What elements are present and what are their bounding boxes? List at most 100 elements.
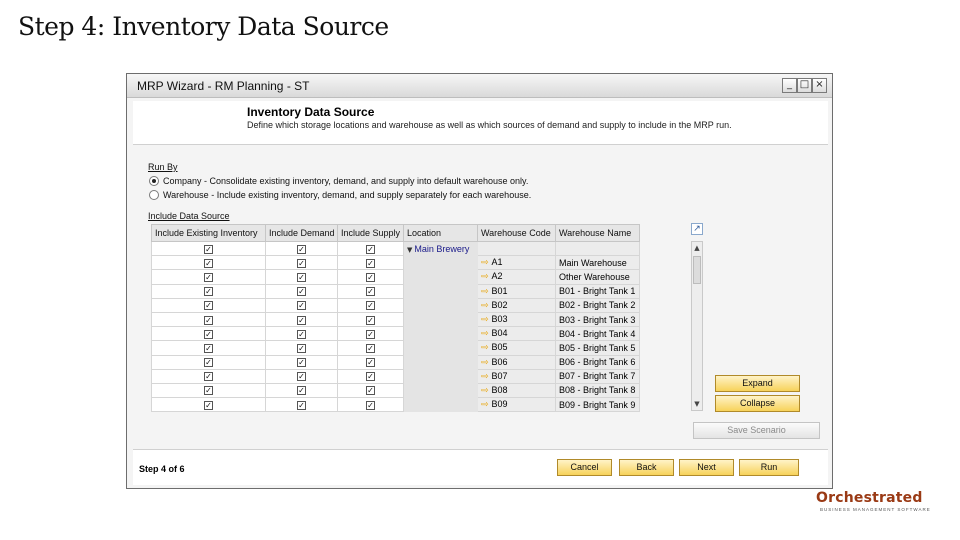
checkbox[interactable]: ✓ xyxy=(366,287,375,297)
scroll-thumb[interactable] xyxy=(693,256,701,284)
checkbox[interactable]: ✓ xyxy=(366,329,375,339)
checkbox[interactable]: ✓ xyxy=(297,258,306,268)
include-checkbox-cell[interactable]: ✓ xyxy=(151,368,266,384)
checkbox[interactable]: ✓ xyxy=(366,372,375,382)
include-checkbox-cell[interactable]: ✓ xyxy=(265,368,338,384)
include-checkbox-cell[interactable]: ✓ xyxy=(151,255,266,271)
column-header[interactable]: Warehouse Name xyxy=(555,224,640,242)
table-row[interactable]: ✓ ✓ ✓ ⇨ B03 B03 - Bright Tank 3 xyxy=(151,311,640,328)
table-row[interactable]: ✓ ✓ ✓ ⇨ B01 B01 - Bright Tank 1 xyxy=(151,283,640,299)
link-arrow-icon[interactable]: ⇨ xyxy=(481,301,489,311)
checkbox[interactable]: ✓ xyxy=(297,329,306,339)
next-button[interactable]: Next xyxy=(679,459,734,476)
checkbox[interactable]: ✓ xyxy=(297,272,306,282)
include-checkbox-cell[interactable]: ✓ xyxy=(151,311,266,328)
warehouse-code-cell[interactable]: ⇨ B07 xyxy=(477,368,556,384)
radio-button-selected[interactable] xyxy=(149,176,159,186)
include-checkbox-cell[interactable]: ✓ xyxy=(337,255,404,271)
link-arrow-icon[interactable]: ⇨ xyxy=(481,329,489,339)
checkbox[interactable]: ✓ xyxy=(204,258,213,268)
column-header[interactable]: Include Supply xyxy=(337,224,404,242)
include-checkbox-cell[interactable]: ✓ xyxy=(337,340,404,356)
checkbox[interactable]: ✓ xyxy=(297,372,306,382)
warehouse-code-cell[interactable]: ⇨ B02 xyxy=(477,297,556,313)
table-row[interactable]: ✓ ✓ ✓ ⇨ B08 B08 - Bright Tank 8 xyxy=(151,382,640,399)
include-checkbox-cell[interactable]: ✓ xyxy=(265,240,338,257)
checkbox[interactable]: ✓ xyxy=(366,386,375,396)
link-arrow-icon[interactable]: ⇨ xyxy=(481,287,489,297)
include-checkbox-cell[interactable]: ✓ xyxy=(337,240,404,257)
checkbox[interactable]: ✓ xyxy=(366,400,375,410)
checkbox[interactable]: ✓ xyxy=(297,358,306,368)
checkbox[interactable]: ✓ xyxy=(297,287,306,297)
warehouse-code-cell[interactable]: ⇨ B03 xyxy=(477,311,556,328)
checkbox[interactable]: ✓ xyxy=(297,400,306,410)
maximize-icon[interactable]: □ xyxy=(797,78,812,93)
include-checkbox-cell[interactable]: ✓ xyxy=(337,368,404,384)
link-arrow-icon[interactable]: ⇨ xyxy=(481,343,489,353)
expand-button[interactable]: Expand xyxy=(715,375,800,392)
checkbox[interactable]: ✓ xyxy=(297,386,306,396)
checkbox[interactable]: ✓ xyxy=(366,358,375,368)
include-checkbox-cell[interactable]: ✓ xyxy=(337,269,404,285)
link-arrow-icon[interactable]: ⇨ xyxy=(481,315,489,325)
location-cell[interactable]: ▼ Main Brewery xyxy=(403,240,478,257)
checkbox[interactable]: ✓ xyxy=(297,301,306,311)
link-arrow-icon[interactable]: ⇨ xyxy=(481,358,489,368)
minimize-icon[interactable]: _ xyxy=(782,78,797,93)
checkbox[interactable]: ✓ xyxy=(204,386,213,396)
scroll-down-icon[interactable]: ▼ xyxy=(692,398,702,410)
checkbox[interactable]: ✓ xyxy=(366,301,375,311)
link-arrow-icon[interactable]: ⇨ xyxy=(481,258,489,268)
checkbox[interactable]: ✓ xyxy=(204,301,213,311)
checkbox[interactable]: ✓ xyxy=(366,343,375,353)
include-checkbox-cell[interactable]: ✓ xyxy=(151,382,266,399)
link-arrow-icon[interactable]: ⇨ xyxy=(481,400,489,410)
close-icon[interactable]: × xyxy=(812,78,827,93)
checkbox[interactable]: ✓ xyxy=(366,258,375,268)
include-checkbox-cell[interactable]: ✓ xyxy=(337,283,404,299)
include-checkbox-cell[interactable]: ✓ xyxy=(265,269,338,285)
include-checkbox-cell[interactable]: ✓ xyxy=(151,283,266,299)
include-checkbox-cell[interactable]: ✓ xyxy=(265,354,338,370)
include-checkbox-cell[interactable]: ✓ xyxy=(151,297,266,313)
warehouse-code-cell[interactable]: ⇨ B05 xyxy=(477,340,556,356)
include-checkbox-cell[interactable]: ✓ xyxy=(337,354,404,370)
table-row[interactable]: ✓ ✓ ✓ ⇨ A2 Other Warehouse xyxy=(151,269,640,285)
column-header[interactable]: Include Existing Inventory xyxy=(151,224,266,242)
checkbox[interactable]: ✓ xyxy=(204,372,213,382)
include-checkbox-cell[interactable]: ✓ xyxy=(151,269,266,285)
checkbox[interactable]: ✓ xyxy=(297,343,306,353)
include-checkbox-cell[interactable]: ✓ xyxy=(265,297,338,313)
include-checkbox-cell[interactable]: ✓ xyxy=(337,311,404,328)
table-row[interactable]: ✓ ✓ ✓ ⇨ B02 B02 - Bright Tank 2 xyxy=(151,297,640,313)
include-checkbox-cell[interactable]: ✓ xyxy=(337,397,404,413)
checkbox[interactable]: ✓ xyxy=(204,358,213,368)
warehouse-code-cell[interactable]: ⇨ B01 xyxy=(477,283,556,299)
checkbox[interactable]: ✓ xyxy=(366,315,375,325)
link-arrow-icon[interactable]: ⇨ xyxy=(481,386,489,396)
back-button[interactable]: Back xyxy=(619,459,674,476)
warehouse-code-cell[interactable]: ⇨ B09 xyxy=(477,397,556,413)
scroll-up-icon[interactable]: ▲ xyxy=(692,242,702,254)
include-checkbox-cell[interactable]: ✓ xyxy=(151,240,266,257)
column-header[interactable]: Warehouse Code xyxy=(477,224,556,242)
warehouse-code-cell[interactable]: ⇨ B04 xyxy=(477,326,556,342)
include-checkbox-cell[interactable]: ✓ xyxy=(151,326,266,342)
table-row[interactable]: ✓ ✓ ✓ ⇨ B04 B04 - Bright Tank 4 xyxy=(151,326,640,342)
table-row[interactable]: ✓ ✓ ✓ ⇨ A1 Main Warehouse xyxy=(151,255,640,271)
radio-company[interactable]: Company - Consolidate existing inventory… xyxy=(149,176,528,186)
include-checkbox-cell[interactable]: ✓ xyxy=(265,283,338,299)
warehouse-code-cell[interactable]: ⇨ B06 xyxy=(477,354,556,370)
run-button[interactable]: Run xyxy=(739,459,799,476)
checkbox[interactable]: ✓ xyxy=(297,315,306,325)
collapse-button[interactable]: Collapse xyxy=(715,395,800,412)
window-titlebar[interactable]: MRP Wizard - RM Planning - ST _ □ × xyxy=(127,74,832,98)
include-checkbox-cell[interactable]: ✓ xyxy=(265,255,338,271)
warehouse-code-cell[interactable]: ⇨ A2 xyxy=(477,269,556,285)
include-checkbox-cell[interactable]: ✓ xyxy=(337,297,404,313)
checkbox[interactable]: ✓ xyxy=(204,287,213,297)
include-checkbox-cell[interactable]: ✓ xyxy=(265,382,338,399)
radio-warehouse[interactable]: Warehouse - Include existing inventory, … xyxy=(149,190,531,200)
include-checkbox-cell[interactable]: ✓ xyxy=(151,397,266,413)
